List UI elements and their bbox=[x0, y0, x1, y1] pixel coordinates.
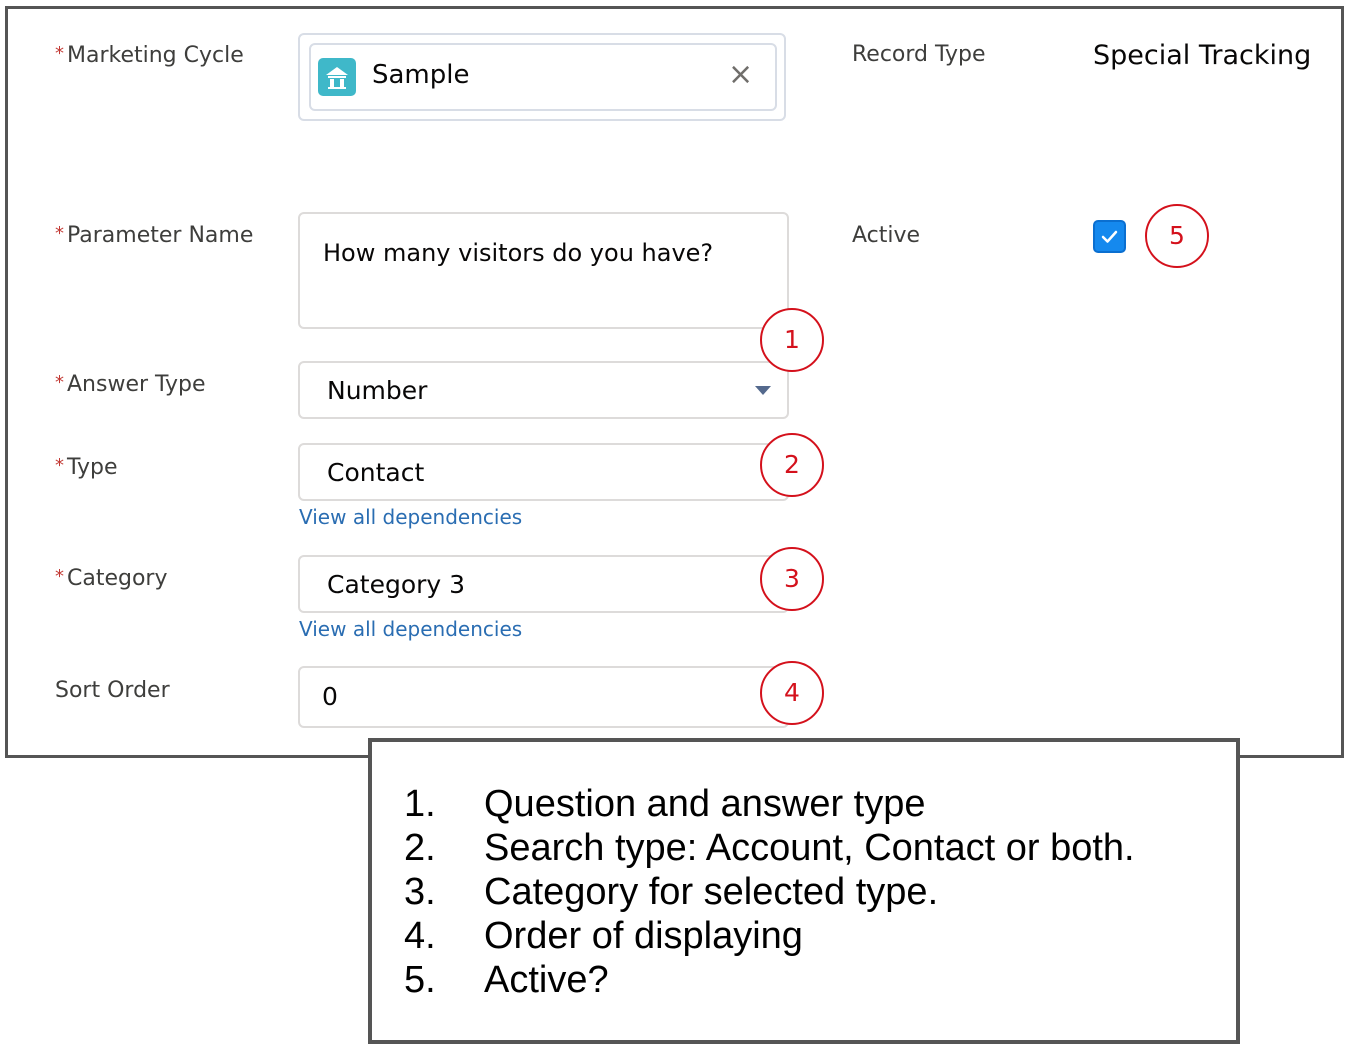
marketing-cycle-label: * Marketing Cycle bbox=[55, 43, 244, 68]
note-text: Order of displaying bbox=[484, 915, 803, 957]
category-label: * Category bbox=[55, 566, 168, 591]
marketing-cycle-icon bbox=[318, 58, 356, 96]
type-view-dependencies-link[interactable]: View all dependencies bbox=[299, 505, 522, 529]
required-marker: * bbox=[55, 223, 64, 244]
callout-badge-5: 5 bbox=[1145, 204, 1209, 268]
category-value: Category 3 bbox=[327, 570, 466, 599]
note-number: 3. bbox=[404, 871, 436, 913]
required-marker: * bbox=[55, 566, 64, 587]
record-type-label: Record Type bbox=[852, 42, 986, 67]
type-value: Contact bbox=[327, 458, 425, 487]
note-number: 1. bbox=[404, 783, 436, 825]
required-marker: * bbox=[55, 43, 64, 64]
close-icon[interactable]: × bbox=[728, 58, 753, 92]
parameter-name-label: * Parameter Name bbox=[55, 223, 254, 248]
note-number: 4. bbox=[404, 915, 436, 957]
answer-type-value: Number bbox=[327, 376, 428, 405]
category-view-dependencies-link[interactable]: View all dependencies bbox=[299, 617, 522, 641]
answer-type-label: * Answer Type bbox=[55, 372, 206, 397]
note-text: Category for selected type. bbox=[484, 871, 939, 913]
sort-order-input[interactable] bbox=[298, 666, 789, 728]
note-text: Search type: Account, Contact or both. bbox=[484, 827, 1135, 869]
required-marker: * bbox=[55, 372, 64, 393]
check-icon bbox=[1101, 230, 1118, 243]
callout-badge-4: 4 bbox=[760, 661, 824, 725]
parameter-name-value: How many visitors do you have? bbox=[323, 239, 714, 267]
chevron-down-icon bbox=[755, 386, 771, 395]
note-text: Question and answer type bbox=[484, 783, 926, 825]
callout-badge-1: 1 bbox=[760, 308, 824, 372]
callout-badge-3: 3 bbox=[760, 547, 824, 611]
callout-badge-2: 2 bbox=[760, 433, 824, 497]
parameter-name-textarea[interactable] bbox=[298, 212, 789, 329]
active-checkbox[interactable] bbox=[1093, 220, 1126, 253]
type-label: * Type bbox=[55, 455, 118, 480]
record-type-value: Special Tracking bbox=[1093, 40, 1312, 71]
note-number: 2. bbox=[404, 827, 436, 869]
sort-order-value: 0 bbox=[322, 682, 338, 711]
sort-order-label: Sort Order bbox=[55, 678, 170, 703]
required-marker: * bbox=[55, 455, 64, 476]
note-number: 5. bbox=[404, 959, 436, 1001]
active-label: Active bbox=[852, 223, 921, 248]
note-text: Active? bbox=[484, 959, 609, 1001]
marketing-cycle-value: Sample bbox=[372, 60, 470, 90]
